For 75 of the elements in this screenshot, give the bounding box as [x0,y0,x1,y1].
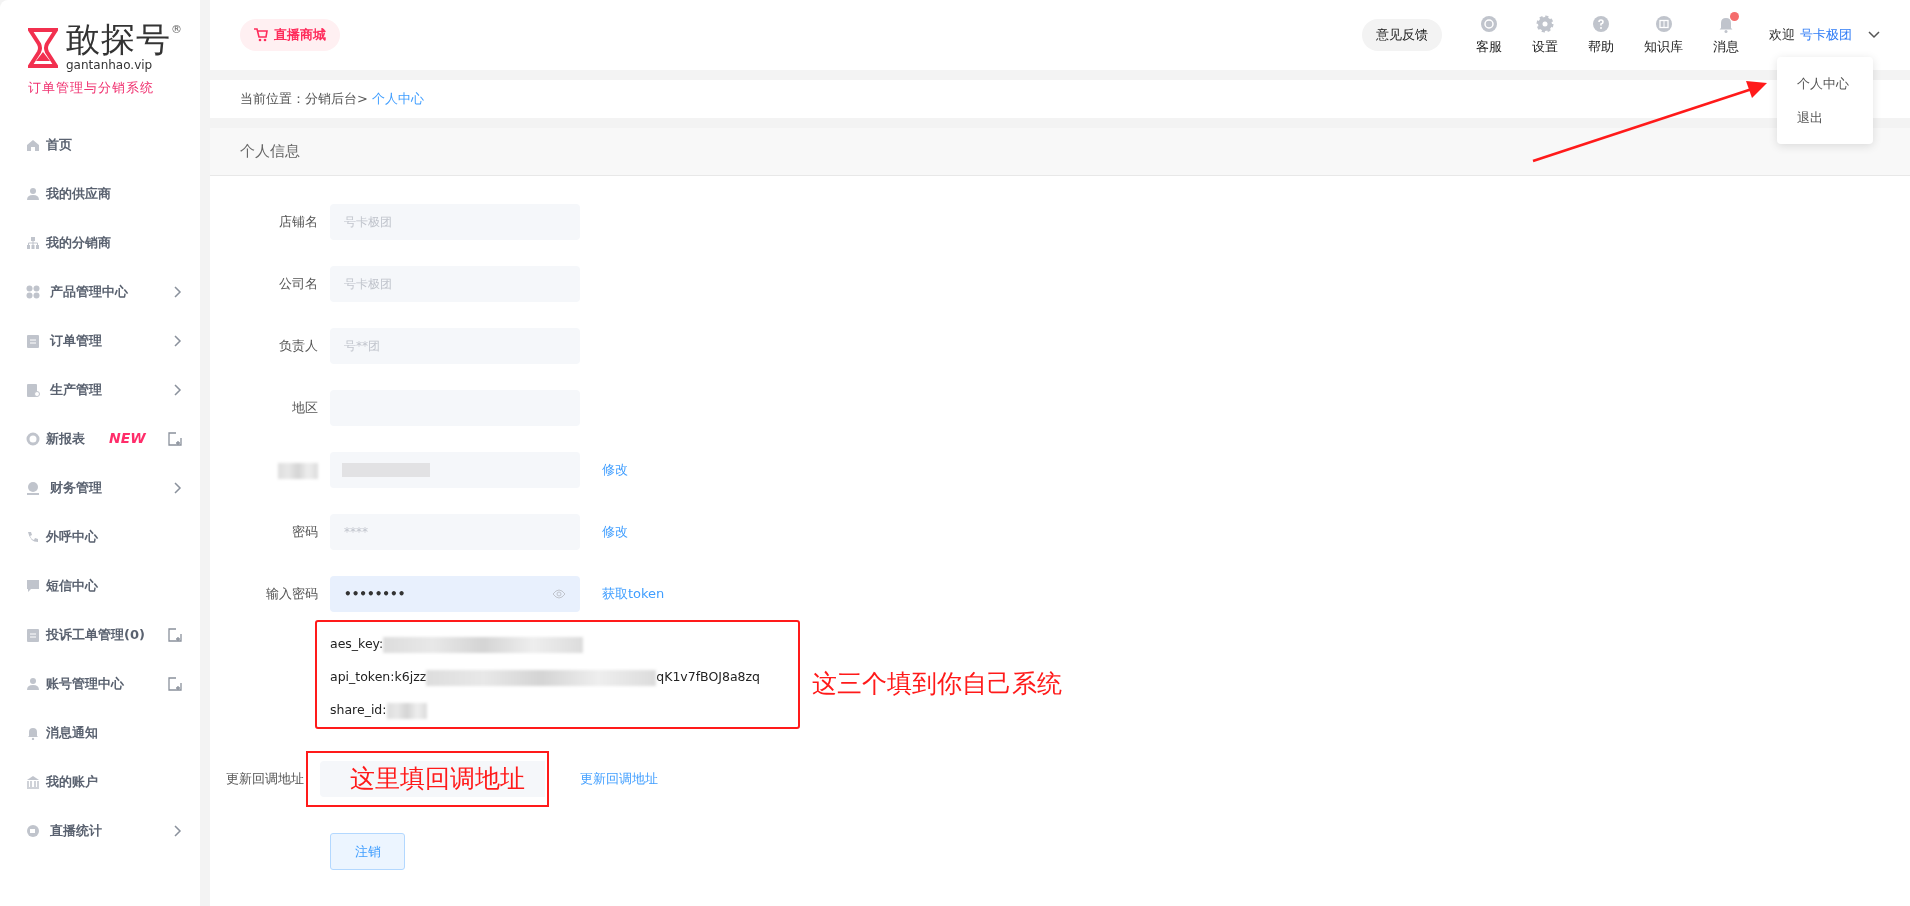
sidebar-item[interactable]: 外呼中心 [0,512,200,561]
bell-icon [26,725,40,740]
breadcrumb-path: 当前位置：分销后台> [240,90,368,109]
annotation-text: 这里填回调地址 [350,761,545,797]
eye-icon [552,589,566,599]
clipboard-icon [26,333,40,348]
book-icon [1654,15,1673,33]
sidebar-item[interactable]: 我的供应商 [0,169,200,218]
toolbar-button[interactable]: 知识库 [1644,13,1683,57]
ring-icon [26,431,40,446]
annotation-text: 这三个填到你自己系统 [812,667,1062,700]
person-icon [26,676,40,691]
video-icon [26,823,40,838]
field-label: 店铺名 [278,213,318,232]
input-field[interactable]: **** [330,514,580,550]
sidebar-item[interactable]: 订单管理 [0,316,200,365]
toolbar-button[interactable]: 帮助 [1588,13,1614,57]
toolbar-label: 设置 [1532,38,1558,56]
sidebar-item[interactable]: 财务管理 [0,463,200,512]
cart-icon [254,28,268,42]
password-field[interactable]: •••••••• [330,576,580,612]
mall-button[interactable]: 直播商城 [240,19,340,51]
menu-item[interactable]: 个人中心 [1777,67,1873,101]
toolbar-label: 消息 [1713,38,1739,56]
input-field[interactable] [330,452,580,488]
sidebar-item[interactable]: 产品管理中心 [0,267,200,316]
field-label: 地区 [291,399,318,418]
home-icon [26,137,40,152]
welcome-text: 欢迎 [1769,26,1795,45]
token-text: qK1v7fBOJ8a8zq [656,668,761,687]
sidebar-item[interactable]: 我的分销商 [0,218,200,267]
sidebar-item[interactable]: 消息通知 [0,708,200,757]
token-text: api_token:k6jzz [330,668,427,687]
hourglass-logo-icon [28,28,58,68]
toolbar-button[interactable]: 消息 [1713,13,1739,57]
help-icon [1592,15,1610,33]
bell-icon [1717,15,1735,33]
logo-subtitle: 订单管理与分销系统 [28,79,155,97]
toolbar-label: 客服 [1476,38,1502,56]
sidebar-item[interactable]: 我的账户 [0,757,200,806]
toolbar-button[interactable]: 设置 [1532,13,1558,57]
sidebar-item[interactable]: 账号管理中心 [0,659,200,708]
new-label: NEW [109,429,146,448]
token-text: share_id: [330,701,387,720]
logo-text: 敢探号 [66,22,171,56]
sidebar-item[interactable]: 投诉工单管理(0) [0,610,200,659]
field-label: 更新回调地址 [225,770,305,789]
sidebar-item[interactable]: 直播统计 [0,806,200,855]
feedback-button[interactable]: 意见反馈 [1362,19,1442,51]
field-label: 负责人 [278,337,318,356]
field-label: 密码 [291,523,318,542]
sidebar-item[interactable]: 新报表 NEW [0,414,200,463]
registered-mark: ® [171,22,182,38]
toolbar-label: 知识库 [1644,38,1683,56]
clipboard-icon [26,627,40,642]
token-text: aes_key: [330,635,384,654]
toolbar-button[interactable]: 客服 [1476,13,1502,57]
field-label: 输入密码 [265,585,318,604]
sidebar-item[interactable]: 生产管理 [0,365,200,414]
panel-header: 个人信息 [210,128,1910,176]
grid-icon [26,284,40,299]
logo-domain: gantanhao.vip [66,57,154,74]
chevron-down-icon [1868,31,1880,39]
document-icon [26,382,40,397]
toolbar-label: 帮助 [1588,38,1614,56]
user-menu-button[interactable]: 号卡极团 [1800,25,1880,45]
hierarchy-icon [26,235,40,250]
sidebar-item[interactable]: 首页 [0,120,200,169]
chat-icon [26,578,40,593]
bank-icon [26,774,40,789]
gear-icon [1536,15,1554,33]
field-label: 公司名 [278,275,318,294]
person-icon [26,186,40,201]
sidebar-item[interactable]: 短信中心 [0,561,200,610]
phone-icon [26,529,40,544]
